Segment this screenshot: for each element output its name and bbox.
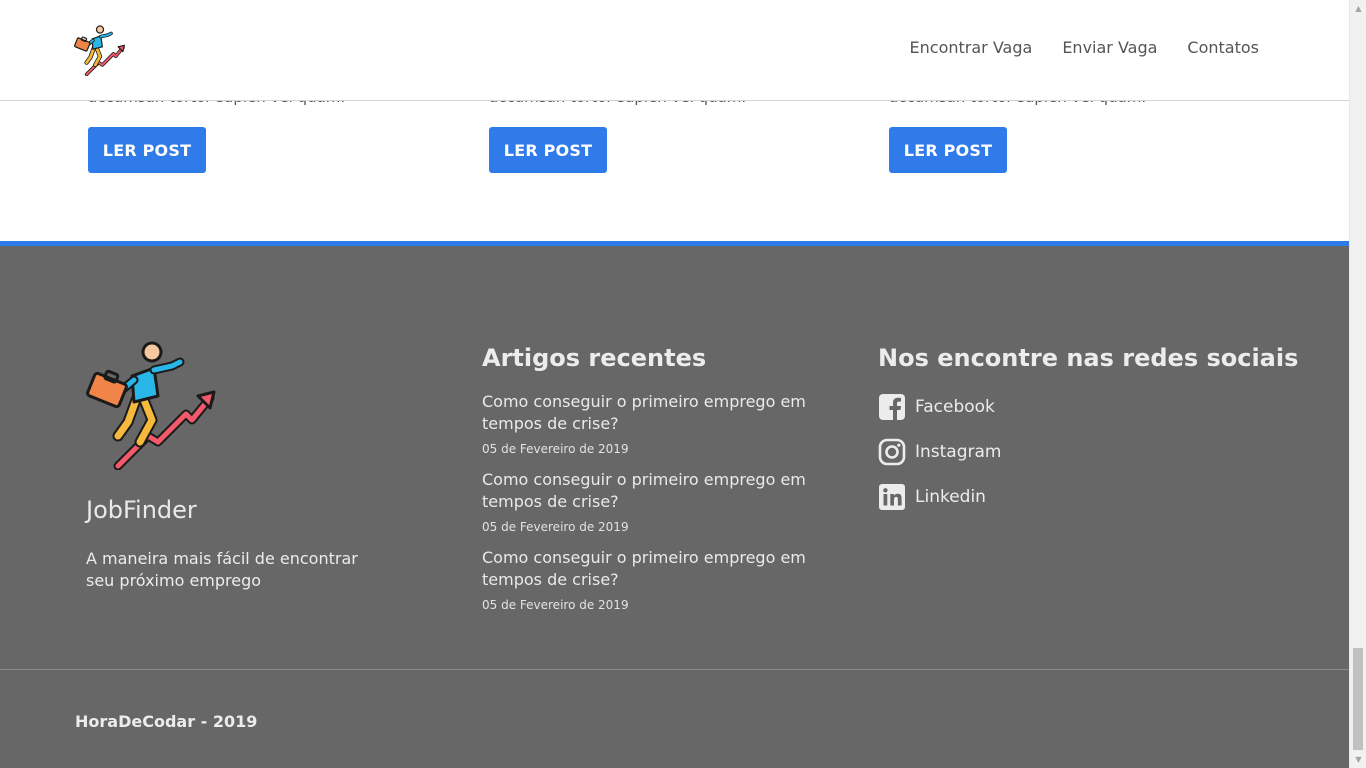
brand-tagline: A maneira mais fácil de encontrar seu pr… bbox=[86, 549, 358, 590]
social-label: Facebook bbox=[915, 397, 995, 417]
copyright: HoraDeCodar - 2019 bbox=[75, 712, 258, 731]
read-post-button[interactable]: LER POST bbox=[88, 127, 206, 173]
article-date: 05 de Fevereiro de 2019 bbox=[482, 598, 629, 612]
scroll-up-icon[interactable]: ▲ bbox=[1350, 0, 1366, 17]
social-label: Linkedin bbox=[915, 487, 986, 507]
social-link-facebook[interactable]: Facebook bbox=[878, 392, 1002, 422]
article-item: Como conseguir o primeiro emprego em tem… bbox=[482, 391, 862, 456]
page: accumsan tortor sapien vel quam. LER POS… bbox=[0, 0, 1349, 768]
article-item: Como conseguir o primeiro emprego em tem… bbox=[482, 469, 862, 534]
recent-articles-list: Como conseguir o primeiro emprego em tem… bbox=[482, 391, 862, 625]
social-label: Instagram bbox=[915, 442, 1002, 462]
social-link-linkedin[interactable]: Linkedin bbox=[878, 482, 1002, 512]
instagram-icon bbox=[878, 438, 906, 466]
nav-post-job[interactable]: Enviar Vaga bbox=[1062, 38, 1157, 57]
linkedin-icon bbox=[878, 483, 906, 511]
jobfinder-logo-icon[interactable] bbox=[74, 24, 126, 76]
article-link[interactable]: Como conseguir o primeiro emprego em tem… bbox=[482, 391, 862, 435]
header: Encontrar Vaga Enviar Vaga Contatos bbox=[0, 0, 1349, 101]
article-item: Como conseguir o primeiro emprego em tem… bbox=[482, 547, 862, 612]
brand-name: JobFinder bbox=[86, 496, 197, 524]
article-link[interactable]: Como conseguir o primeiro emprego em tem… bbox=[482, 469, 862, 513]
social-link-instagram[interactable]: Instagram bbox=[878, 437, 1002, 467]
nav-contacts[interactable]: Contatos bbox=[1187, 38, 1259, 57]
article-link[interactable]: Como conseguir o primeiro emprego em tem… bbox=[482, 547, 862, 591]
jobfinder-logo-icon bbox=[86, 341, 216, 470]
social-links: Facebook Instagram Linkedin bbox=[878, 392, 1002, 527]
main-nav: Encontrar Vaga Enviar Vaga Contatos bbox=[880, 38, 1259, 57]
nav-find-job[interactable]: Encontrar Vaga bbox=[910, 38, 1033, 57]
article-date: 05 de Fevereiro de 2019 bbox=[482, 442, 629, 456]
scrollbar-thumb[interactable] bbox=[1353, 648, 1363, 750]
facebook-icon bbox=[878, 393, 906, 421]
scroll-down-icon[interactable]: ▼ bbox=[1350, 751, 1366, 768]
footer: JobFinder A maneira mais fácil de encont… bbox=[0, 241, 1349, 768]
page-scrollbar[interactable]: ▲ ▼ bbox=[1349, 0, 1366, 768]
footer-divider bbox=[0, 669, 1349, 670]
read-post-button[interactable]: LER POST bbox=[889, 127, 1007, 173]
recent-articles-title: Artigos recentes bbox=[482, 344, 707, 372]
article-date: 05 de Fevereiro de 2019 bbox=[482, 520, 629, 534]
social-title: Nos encontre nas redes sociais bbox=[878, 344, 1299, 372]
read-post-button[interactable]: LER POST bbox=[489, 127, 607, 173]
